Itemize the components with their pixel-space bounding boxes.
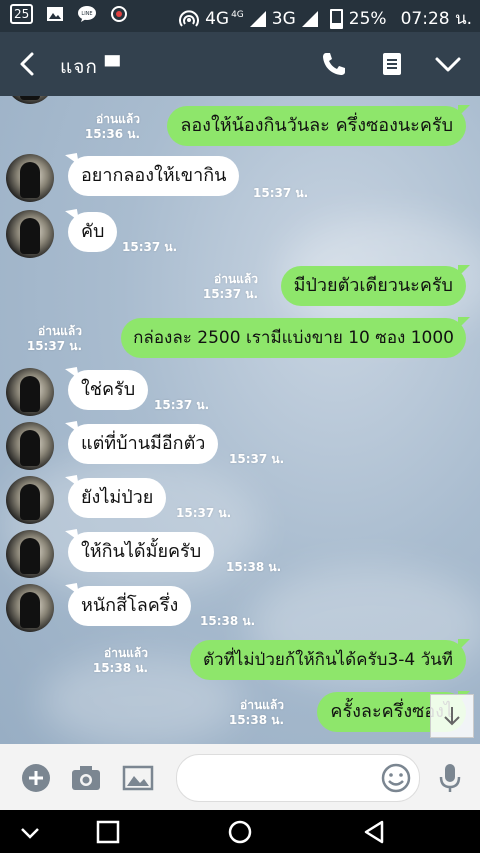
avatar[interactable] — [6, 96, 54, 104]
message-time: 15:37 น. — [202, 287, 258, 301]
message-row: ยังไม่ป่วย 15:37 น. — [0, 476, 480, 526]
network-type: 4G — [205, 8, 230, 29]
incoming-message[interactable]: คับ — [68, 212, 118, 252]
message-meta: อ่านแล้ว 15:36 น. — [85, 112, 140, 142]
microphone-icon[interactable] — [434, 762, 466, 794]
app-notification-icon — [109, 5, 129, 23]
incoming-message[interactable]: ให้กินได้มั้ยครับ — [68, 532, 215, 572]
message-row: คับ 15:37 น. — [0, 210, 480, 260]
message-time: 15:38 น. — [228, 713, 284, 727]
avatar[interactable] — [6, 210, 54, 258]
image-icon[interactable] — [122, 762, 154, 794]
message-time: 15:38 น. — [226, 560, 282, 574]
message-row: อ่านแล้ว 15:36 น. ลองให้น้องกินวันละ ครึ… — [0, 105, 480, 150]
read-receipt: อ่านแล้ว — [214, 272, 258, 286]
line-app-icon: LINE — [77, 5, 97, 23]
notes-icon[interactable] — [378, 50, 406, 78]
home-icon[interactable] — [226, 818, 254, 846]
hotspot-icon — [179, 9, 200, 28]
add-icon[interactable] — [20, 762, 52, 794]
message-time: 15:36 น. — [84, 127, 140, 141]
signal-icon — [249, 10, 266, 27]
phone-icon[interactable] — [320, 50, 348, 78]
message-row: ใช่ครับ 15:37 น. — [0, 368, 480, 418]
message-row: อ่านแล้ว 15:38 น. ครั้งละครึ่งซองไ — [0, 691, 480, 736]
status-bar: 25 LINE 4G 4G 3G 25% 07:28 น. — [0, 0, 480, 32]
incoming-message[interactable]: ยังไม่ป่วย — [68, 478, 167, 518]
avatar[interactable] — [6, 530, 54, 578]
message-time: 15:37 น. — [122, 240, 178, 254]
message-row: ให้กินได้มั้ยครับ 15:38 น. — [0, 530, 480, 580]
notification-badge: 25 — [10, 4, 34, 24]
network-type-secondary: 3G — [271, 8, 296, 29]
message-input-bar — [0, 744, 480, 810]
recents-icon[interactable] — [94, 818, 122, 846]
gallery-notification-icon — [45, 5, 65, 23]
read-receipt: อ่านแล้ว — [38, 324, 82, 338]
svg-text:LINE: LINE — [82, 11, 93, 17]
incoming-message[interactable]: ใช่ครับ — [68, 370, 149, 410]
message-row: หนักสี่โลครึ่ง 15:38 น. — [0, 584, 480, 634]
back-triangle-icon[interactable] — [360, 818, 388, 846]
avatar[interactable] — [6, 154, 54, 202]
camera-icon[interactable] — [70, 762, 102, 794]
system-nav-bar — [0, 810, 480, 853]
avatar[interactable] — [6, 584, 54, 632]
message-time: 15:37 น. — [154, 398, 210, 412]
message-time: 15:38 น. — [200, 614, 256, 628]
message-meta: อ่านแล้ว 15:37 น. — [27, 324, 82, 354]
message-time: 15:38 น. — [92, 661, 148, 675]
outgoing-message[interactable]: ลองให้น้องกินวันละ ครึ่งซองนะครับ — [167, 105, 470, 146]
network-type-small: 4G — [231, 9, 244, 20]
message-row: อ่านแล้ว 15:37 น. กล่องละ 2500 เรามีแบ่ง… — [0, 317, 480, 362]
message-row: อ่านแล้ว 15:38 น. ตัวที่ไม่ป่วยก้ให้กินไ… — [0, 639, 480, 684]
message-meta: อ่านแล้ว 15:38 น. — [93, 646, 148, 676]
incoming-message[interactable]: แต่ที่บ้านมีอีกตัว — [68, 424, 219, 464]
message-time: 15:37 น. — [253, 186, 309, 200]
message-time: 15:37 น. — [229, 452, 285, 466]
read-receipt: อ่านแล้ว — [240, 698, 284, 712]
outgoing-message[interactable]: ตัวที่ไม่ป่วยก้ให้กินได้ครับ3-4 วันที — [190, 639, 470, 680]
message-time: 15:37 น. — [26, 339, 82, 353]
chat-area[interactable]: อ่านแล้ว 15:36 น. ลองให้น้องกินวันละ ครึ… — [0, 96, 480, 744]
battery-icon — [329, 8, 343, 29]
scroll-to-bottom-button[interactable] — [430, 694, 474, 738]
incoming-message[interactable]: หนักสี่โลครึ่ง — [68, 586, 192, 626]
chevron-down-icon[interactable] — [434, 50, 462, 78]
arrow-down-icon — [444, 707, 460, 726]
read-receipt: อ่านแล้ว — [96, 112, 140, 126]
message-text-field[interactable] — [193, 755, 387, 801]
message-row: อยากลองให้เขากิน 15:37 น. — [0, 154, 480, 206]
back-icon[interactable] — [14, 48, 42, 80]
emoji-icon[interactable] — [380, 762, 412, 794]
chat-title[interactable]: แจก ▀ — [60, 52, 121, 82]
message-row: อ่านแล้ว 15:37 น. มีป่วยตัวเดียวนะครับ — [0, 265, 480, 310]
avatar[interactable] — [6, 422, 54, 470]
clock: 07:28 น. — [400, 9, 472, 29]
avatar[interactable] — [6, 476, 54, 524]
message-meta: อ่านแล้ว 15:37 น. — [203, 272, 258, 302]
outgoing-message[interactable]: กล่องละ 2500 เรามีแบ่งขาย 10 ซอง 1000 — [121, 317, 470, 358]
message-row: แต่ที่บ้านมีอีกตัว 15:37 น. — [0, 422, 480, 472]
message-meta: อ่านแล้ว 15:38 น. — [229, 698, 284, 728]
message-time: 15:37 น. — [176, 506, 232, 520]
signal-secondary-icon — [301, 10, 318, 27]
collapse-icon[interactable] — [16, 818, 44, 846]
incoming-message[interactable]: อยากลองให้เขากิน — [68, 156, 240, 196]
chat-header: แจก ▀ — [0, 32, 480, 96]
battery-percent: 25% — [348, 8, 387, 29]
read-receipt: อ่านแล้ว — [104, 646, 148, 660]
outgoing-message[interactable]: มีป่วยตัวเดียวนะครับ — [280, 265, 471, 306]
avatar[interactable] — [6, 368, 54, 416]
